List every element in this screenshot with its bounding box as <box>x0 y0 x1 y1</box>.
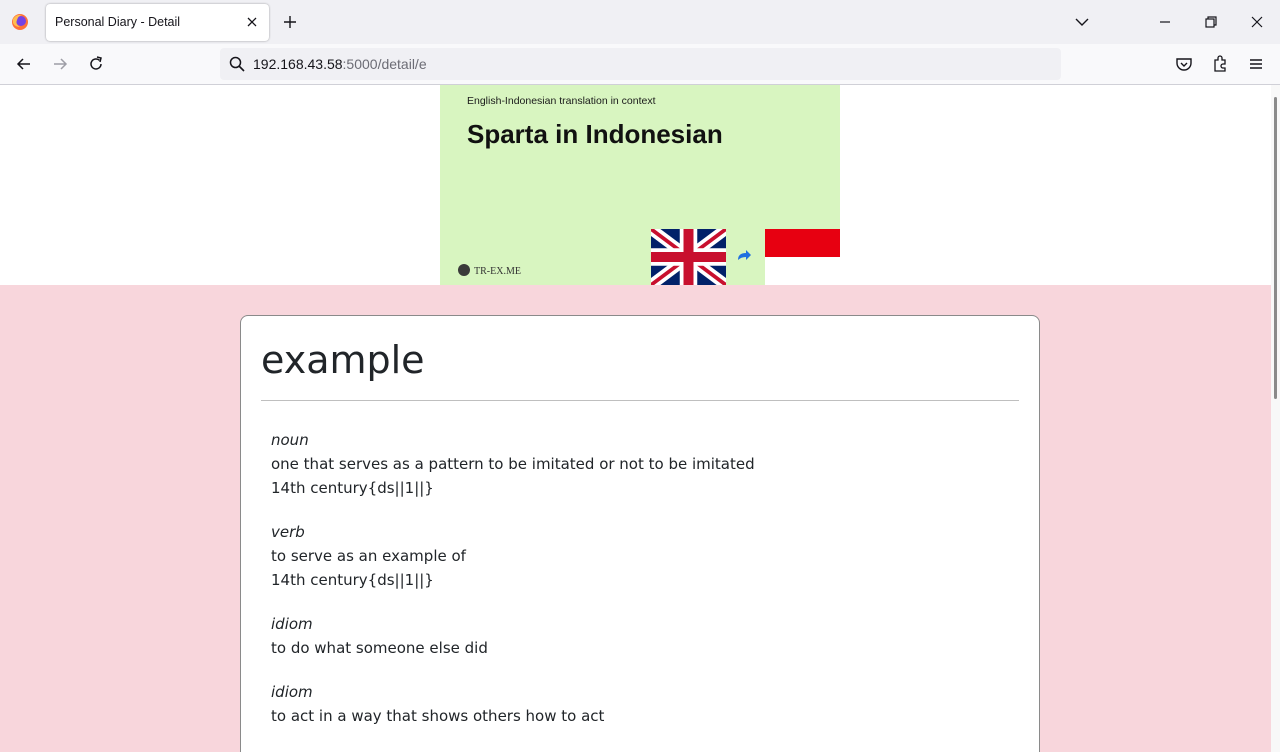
address-bar[interactable]: 192.168.43.58:5000/detail/e <box>220 48 1061 80</box>
indonesia-flag-white <box>765 257 840 285</box>
definition-item: idiom to act in a way that shows others … <box>271 680 1011 728</box>
url-host: 192.168.43.58 <box>253 56 343 72</box>
tab-title: Personal Diary - Detail <box>55 15 181 29</box>
navigation-bar: 192.168.43.58:5000/detail/e <box>0 44 1280 85</box>
entry-word: example <box>261 338 425 382</box>
menu-icon[interactable] <box>1246 54 1266 74</box>
url-text[interactable]: 192.168.43.58:5000/detail/e <box>253 56 427 72</box>
arrow-right-icon <box>738 250 751 260</box>
definition-text: to act in a way that shows others how to… <box>271 707 605 725</box>
hero-logo-text: TR-EX.ME <box>474 266 521 277</box>
new-tab-icon[interactable] <box>280 12 300 32</box>
definition-text: to serve as an example of <box>271 547 466 565</box>
hero-subtitle: English-Indonesian translation in contex… <box>467 95 656 107</box>
definition-date: 14th century{ds||1||} <box>271 571 434 589</box>
chevron-down-icon[interactable] <box>1072 12 1092 32</box>
hero-banner: English-Indonesian translation in contex… <box>0 85 1271 285</box>
scrollbar-thumb[interactable] <box>1274 97 1277 399</box>
divider <box>261 400 1019 401</box>
part-of-speech: noun <box>271 431 309 449</box>
definition-item: noun one that serves as a pattern to be … <box>271 428 1011 500</box>
definition-item: verb to serve as an example of 14th cent… <box>271 520 1011 592</box>
page-scrollbar[interactable] <box>1271 85 1280 752</box>
part-of-speech: idiom <box>271 683 313 701</box>
definition-text: to do what someone else did <box>271 639 488 657</box>
forward-arrow-icon[interactable] <box>50 54 70 74</box>
back-arrow-icon[interactable] <box>14 54 34 74</box>
minimize-icon[interactable] <box>1155 12 1175 32</box>
hero-image: English-Indonesian translation in contex… <box>440 85 840 285</box>
definitions-list: noun one that serves as a pattern to be … <box>271 428 1011 748</box>
part-of-speech: verb <box>271 523 305 541</box>
close-tab-icon[interactable] <box>243 13 261 31</box>
indonesia-flag-red <box>765 229 840 257</box>
page-viewport: English-Indonesian translation in contex… <box>0 85 1271 752</box>
indonesia-flag-icon <box>765 229 840 285</box>
active-tab[interactable]: Personal Diary - Detail <box>46 4 269 41</box>
pocket-icon[interactable] <box>1174 54 1194 74</box>
firefox-logo-icon[interactable] <box>10 12 30 32</box>
hero-logo: TR-EX.ME <box>458 264 521 277</box>
entry-card: example noun one that serves as a patter… <box>240 315 1040 752</box>
tab-strip: Personal Diary - Detail <box>0 0 1280 44</box>
restore-icon[interactable] <box>1201 12 1221 32</box>
close-window-icon[interactable] <box>1247 12 1267 32</box>
url-path: :5000/detail/e <box>342 56 427 72</box>
part-of-speech: idiom <box>271 615 313 633</box>
hero-title: Sparta in Indonesian <box>467 119 723 149</box>
reload-icon[interactable] <box>86 54 106 74</box>
definition-text: one that serves as a pattern to be imita… <box>271 455 755 473</box>
definition-item: idiom to do what someone else did <box>271 612 1011 660</box>
extensions-icon[interactable] <box>1210 54 1230 74</box>
definition-date: 14th century{ds||1||} <box>271 479 434 497</box>
search-icon <box>229 56 245 72</box>
uk-flag-icon <box>651 229 726 285</box>
logo-globe-icon <box>458 264 470 276</box>
